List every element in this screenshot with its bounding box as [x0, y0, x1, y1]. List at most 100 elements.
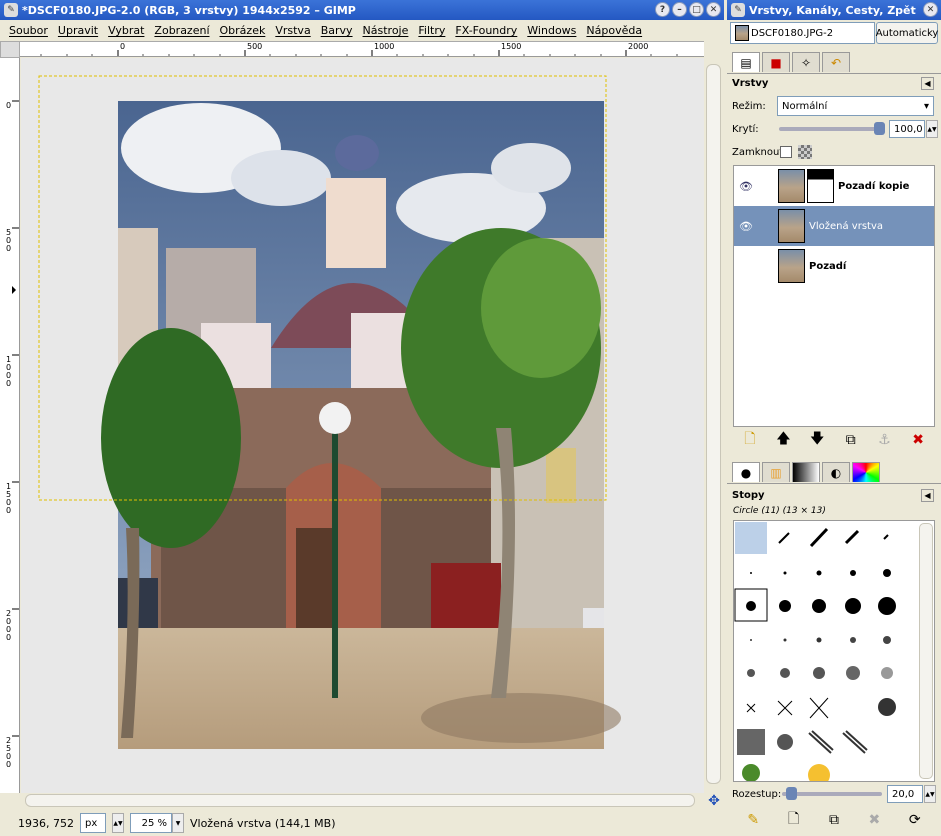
pointer-coordinates: 1936, 752 [18, 816, 74, 830]
lock-pixels-checkbox[interactable] [780, 146, 792, 158]
image-thumbnail [735, 25, 749, 41]
help-icon[interactable]: ? [655, 2, 670, 17]
maximize-button[interactable]: □ [689, 2, 704, 17]
brushes-panel-title: Stopy [732, 490, 765, 501]
anchor-layer-icon[interactable]: ⚓ [873, 429, 895, 451]
menu-barvy[interactable]: Barvy [316, 24, 358, 37]
menu-bar: Soubor Upravit Vybrat Zobrazení Obrázek … [0, 20, 724, 41]
dock-titlebar: ✎ Vrstvy, Kanály, Cesty, Zpět ✕ [727, 0, 941, 20]
zoom-select[interactable]: 25 % [130, 813, 172, 833]
dock-title: Vrstvy, Kanály, Cesty, Zpět [749, 3, 916, 17]
gradients-tab-icon[interactable] [792, 462, 820, 482]
patterns-tab-icon[interactable]: ▥ [762, 462, 790, 482]
layer-row-selected[interactable]: 👁 Vložená vrstva [734, 206, 934, 246]
visibility-eye-icon[interactable]: 👁 [734, 180, 758, 193]
vruler-label-1500: 1500 [6, 482, 12, 515]
spacing-slider[interactable] [782, 792, 882, 796]
channels-tab-icon[interactable]: ■ [762, 52, 790, 72]
spacing-label: Rozestup: [732, 789, 782, 800]
layers-panel-menu-icon[interactable]: ◀ [921, 77, 934, 90]
layer-name[interactable]: Pozadí [809, 261, 846, 272]
brush-grid-scrollbar[interactable] [919, 523, 933, 779]
delete-layer-icon[interactable]: ✖ [907, 429, 929, 451]
menu-nastroje[interactable]: Nástroje [358, 24, 414, 37]
menu-vybrat[interactable]: Vybrat [103, 24, 149, 37]
vruler-label-0: 0 [6, 101, 12, 110]
mode-select[interactable]: Normální ▾ [777, 96, 934, 116]
image-window-titlebar: ✎ *DSCF0180.JPG-2.0 (RGB, 3 vrstvy) 1944… [0, 0, 724, 20]
spacing-slider-thumb[interactable] [786, 787, 797, 800]
navigate-icon[interactable]: ✥ [704, 793, 724, 809]
image-select[interactable]: DSCF0180.JPG-2 [730, 22, 875, 44]
opacity-field[interactable]: 100,0 [889, 120, 925, 138]
layer-row[interactable]: 👁 Pozadí kopie [734, 166, 934, 206]
brushes-panel-menu-icon[interactable]: ◀ [921, 489, 934, 502]
vruler-label-2000: 2000 [6, 609, 12, 642]
delete-brush-icon[interactable]: ✖ [863, 809, 885, 831]
window-title: *DSCF0180.JPG-2.0 (RGB, 3 vrstvy) 1944x2… [22, 3, 356, 17]
image-canvas[interactable] [21, 58, 704, 793]
raise-layer-icon[interactable]: 🡅 [772, 429, 794, 451]
horizontal-scrollbar[interactable] [21, 793, 704, 809]
menu-filtry[interactable]: Filtry [413, 24, 450, 37]
layers-buttons: 🗋 🡅 🡇 ⧉ ⚓ ✖ [733, 428, 935, 452]
refresh-brushes-icon[interactable]: ⟳ [904, 809, 926, 831]
palettes-tab-icon[interactable]: ◐ [822, 462, 850, 482]
menu-obrazek[interactable]: Obrázek [215, 24, 271, 37]
menu-zobrazeni[interactable]: Zobrazení [149, 24, 214, 37]
dock-tabs-bottom: ● ▥ ◐ [732, 462, 880, 482]
layer-row[interactable]: Pozadí [734, 246, 934, 286]
auto-button[interactable]: Automaticky [876, 22, 938, 44]
vruler-label-500: 500 [6, 228, 12, 253]
layer-thumbnail [778, 169, 805, 203]
menu-fx-foundry[interactable]: FX-Foundry [450, 24, 522, 37]
fonts-tab-icon[interactable] [852, 462, 880, 482]
vruler-label-1000: 1000 [6, 355, 12, 388]
layer-mask-thumbnail [807, 169, 834, 203]
menu-windows[interactable]: Windows [522, 24, 581, 37]
layer-thumbnail [778, 249, 805, 283]
layer-name[interactable]: Vložená vrstva [809, 221, 883, 232]
ruler-label-0: 0 [120, 42, 126, 51]
paths-tab-icon[interactable]: ✧ [792, 52, 820, 72]
layer-thumbnail [778, 209, 805, 243]
ruler-label-2000: 2000 [628, 42, 649, 51]
lower-layer-icon[interactable]: 🡇 [806, 429, 828, 451]
dock-tabs-top: ▤ ■ ✧ ↶ [732, 52, 850, 72]
lock-label: Zamknout: [732, 147, 787, 158]
menu-vrstva[interactable]: Vrstva [270, 24, 315, 37]
opacity-slider-thumb[interactable] [874, 122, 885, 135]
undo-tab-icon[interactable]: ↶ [822, 52, 850, 72]
spacing-spin-icon[interactable]: ▲▼ [924, 785, 936, 803]
brushes-tab-icon[interactable]: ● [732, 462, 760, 482]
new-layer-icon[interactable]: 🗋 [739, 429, 761, 451]
gimp-app-icon: ✎ [731, 3, 745, 17]
visibility-eye-icon[interactable]: 👁 [734, 220, 758, 233]
edit-brush-icon[interactable]: ✎ [742, 809, 764, 831]
layer-name[interactable]: Pozadí kopie [838, 181, 909, 192]
layers-tab-icon[interactable]: ▤ [732, 52, 760, 72]
dock-close-button[interactable]: ✕ [923, 2, 938, 17]
minimize-button[interactable]: – [672, 2, 687, 17]
menu-napoveda[interactable]: Nápověda [581, 24, 647, 37]
lock-alpha-icon[interactable] [798, 145, 812, 159]
new-brush-icon[interactable]: 🗋 [783, 809, 805, 831]
menu-upravit[interactable]: Upravit [53, 24, 103, 37]
opacity-spin-icon[interactable]: ▲▼ [926, 120, 938, 138]
menu-soubor[interactable]: Soubor [4, 24, 53, 37]
close-button[interactable]: ✕ [706, 2, 721, 17]
unit-select[interactable]: px [80, 813, 106, 833]
zoom-dropdown-icon[interactable]: ▼ [172, 813, 184, 833]
spacing-field[interactable]: 20,0 [887, 785, 923, 803]
horizontal-ruler[interactable]: 0 500 1000 1500 2000 [20, 41, 704, 57]
unit-spin-icon[interactable]: ▲▼ [112, 813, 124, 833]
mode-dropdown-icon: ▾ [923, 100, 929, 112]
brush-grid[interactable] [733, 520, 935, 782]
vertical-ruler[interactable]: 0 500 1000 1500 2000 2500 [0, 58, 20, 793]
quick-mask-corner[interactable] [0, 41, 20, 58]
duplicate-brush-icon[interactable]: ⧉ [823, 809, 845, 831]
opacity-slider[interactable] [779, 127, 884, 131]
vruler-label-2500: 2500 [6, 736, 12, 769]
vertical-scrollbar[interactable] [704, 58, 724, 793]
duplicate-layer-icon[interactable]: ⧉ [840, 429, 862, 451]
